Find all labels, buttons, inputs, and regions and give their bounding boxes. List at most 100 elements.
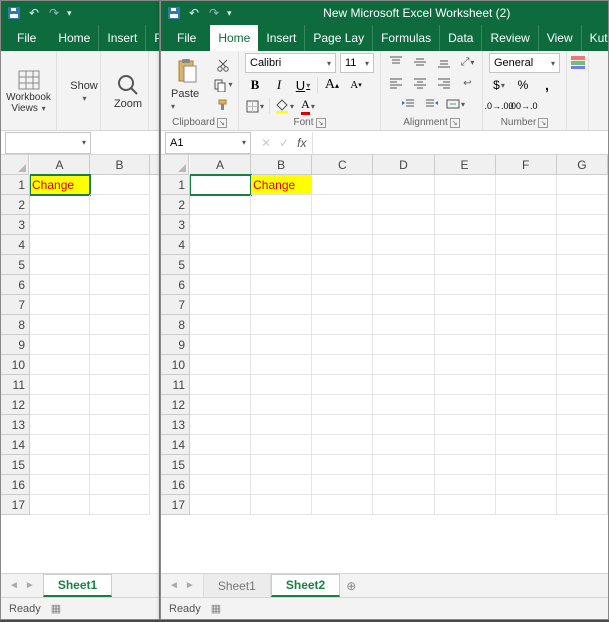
- cell-C10[interactable]: [312, 355, 373, 375]
- cell-D1[interactable]: [373, 175, 434, 195]
- font-color-button[interactable]: A▾: [298, 97, 318, 115]
- row-header[interactable]: 10: [161, 355, 189, 375]
- cell-B9[interactable]: [251, 335, 312, 355]
- cell-C13[interactable]: [312, 415, 373, 435]
- cell-F6[interactable]: [496, 275, 557, 295]
- cell-B8[interactable]: [90, 315, 150, 335]
- cell-G9[interactable]: [557, 335, 608, 355]
- cell-E3[interactable]: [435, 215, 496, 235]
- cell-A3[interactable]: [30, 215, 90, 235]
- undo-icon[interactable]: ↶: [27, 6, 41, 20]
- cell-E13[interactable]: [435, 415, 496, 435]
- decrease-decimal-button[interactable]: .00→.0: [513, 97, 533, 115]
- cell-B4[interactable]: [251, 235, 312, 255]
- cell-F12[interactable]: [496, 395, 557, 415]
- cell-B14[interactable]: [90, 435, 150, 455]
- increase-decimal-button[interactable]: .0→.00: [489, 97, 509, 115]
- cell-B2[interactable]: [90, 195, 150, 215]
- cell-G12[interactable]: [557, 395, 608, 415]
- fx-icon[interactable]: fx: [297, 136, 306, 150]
- row-header[interactable]: 6: [1, 275, 29, 295]
- cell-C11[interactable]: [312, 375, 373, 395]
- cell-E15[interactable]: [435, 455, 496, 475]
- cell-G3[interactable]: [557, 215, 608, 235]
- cancel-icon[interactable]: ✕: [261, 136, 271, 150]
- font-dialog-launcher[interactable]: ↘: [316, 118, 326, 128]
- row-header[interactable]: 14: [161, 435, 189, 455]
- cell-A17[interactable]: [30, 495, 90, 515]
- align-center-button[interactable]: [410, 74, 430, 92]
- cell-A10[interactable]: [30, 355, 90, 375]
- save-icon[interactable]: [7, 6, 21, 20]
- cell-A16[interactable]: [190, 475, 251, 495]
- cell-G5[interactable]: [557, 255, 608, 275]
- tab-kutools[interactable]: Kutools ™: [582, 25, 608, 51]
- cell-D14[interactable]: [373, 435, 434, 455]
- fill-color-button[interactable]: ▾: [274, 97, 294, 115]
- underline-button[interactable]: U▾: [293, 76, 313, 94]
- copy-button[interactable]: ▾: [213, 76, 233, 94]
- font-name-combo[interactable]: Calibri▾: [245, 53, 336, 73]
- column-header[interactable]: A: [190, 155, 251, 174]
- cell-B10[interactable]: [251, 355, 312, 375]
- cell-A2[interactable]: [190, 195, 251, 215]
- row-header[interactable]: 4: [1, 235, 29, 255]
- cell-B5[interactable]: [90, 255, 150, 275]
- row-header[interactable]: 16: [1, 475, 29, 495]
- decrease-indent-button[interactable]: [398, 95, 418, 113]
- orientation-button[interactable]: ⤢▾: [458, 53, 478, 71]
- cell-E16[interactable]: [435, 475, 496, 495]
- align-right-button[interactable]: [434, 74, 454, 92]
- cell-C3[interactable]: [312, 215, 373, 235]
- sheet-tab-sheet1[interactable]: Sheet1: [203, 574, 271, 597]
- cell-F13[interactable]: [496, 415, 557, 435]
- cell-B12[interactable]: [251, 395, 312, 415]
- alignment-dialog-launcher[interactable]: ↘: [450, 118, 460, 128]
- cell-E5[interactable]: [435, 255, 496, 275]
- cell-B11[interactable]: [251, 375, 312, 395]
- shrink-font-button[interactable]: A▾: [346, 76, 366, 94]
- row-header[interactable]: 4: [161, 235, 189, 255]
- cell-B9[interactable]: [90, 335, 150, 355]
- cell-E10[interactable]: [435, 355, 496, 375]
- tab-formulas[interactable]: Formulas: [373, 25, 440, 51]
- cell-A11[interactable]: [190, 375, 251, 395]
- cell-B2[interactable]: [251, 195, 312, 215]
- cell-A6[interactable]: [190, 275, 251, 295]
- cell-G8[interactable]: [557, 315, 608, 335]
- cell-E14[interactable]: [435, 435, 496, 455]
- zoom-button[interactable]: Zoom: [107, 72, 149, 112]
- cell-G1[interactable]: [557, 175, 608, 195]
- cell-D9[interactable]: [373, 335, 434, 355]
- cell-C4[interactable]: [312, 235, 373, 255]
- cell-A9[interactable]: [190, 335, 251, 355]
- align-middle-button[interactable]: [410, 53, 430, 71]
- align-bottom-button[interactable]: [434, 53, 454, 71]
- cell-E4[interactable]: [435, 235, 496, 255]
- select-all-corner[interactable]: [1, 155, 29, 175]
- file-menu[interactable]: File: [165, 25, 208, 51]
- cell-D11[interactable]: [373, 375, 434, 395]
- clipboard-dialog-launcher[interactable]: ↘: [217, 118, 227, 128]
- enter-icon[interactable]: ✓: [279, 136, 289, 150]
- cell-F17[interactable]: [496, 495, 557, 515]
- cell-B6[interactable]: [251, 275, 312, 295]
- qat-dropdown-icon[interactable]: ▾: [227, 8, 232, 19]
- cell-A7[interactable]: [30, 295, 90, 315]
- cell-A15[interactable]: [190, 455, 251, 475]
- cell-A3[interactable]: [190, 215, 251, 235]
- row-header[interactable]: 8: [1, 315, 29, 335]
- column-header[interactable]: B: [90, 155, 150, 174]
- row-header[interactable]: 2: [161, 195, 189, 215]
- sheet-tab-sheet1[interactable]: Sheet1: [43, 574, 112, 597]
- number-dialog-launcher[interactable]: ↘: [538, 118, 548, 128]
- cell-A2[interactable]: [30, 195, 90, 215]
- cell-F7[interactable]: [496, 295, 557, 315]
- cell-G14[interactable]: [557, 435, 608, 455]
- cell-D4[interactable]: [373, 235, 434, 255]
- cell-E12[interactable]: [435, 395, 496, 415]
- cell-A13[interactable]: [190, 415, 251, 435]
- tab-home[interactable]: Home: [50, 25, 99, 51]
- cell-B12[interactable]: [90, 395, 150, 415]
- cell-D5[interactable]: [373, 255, 434, 275]
